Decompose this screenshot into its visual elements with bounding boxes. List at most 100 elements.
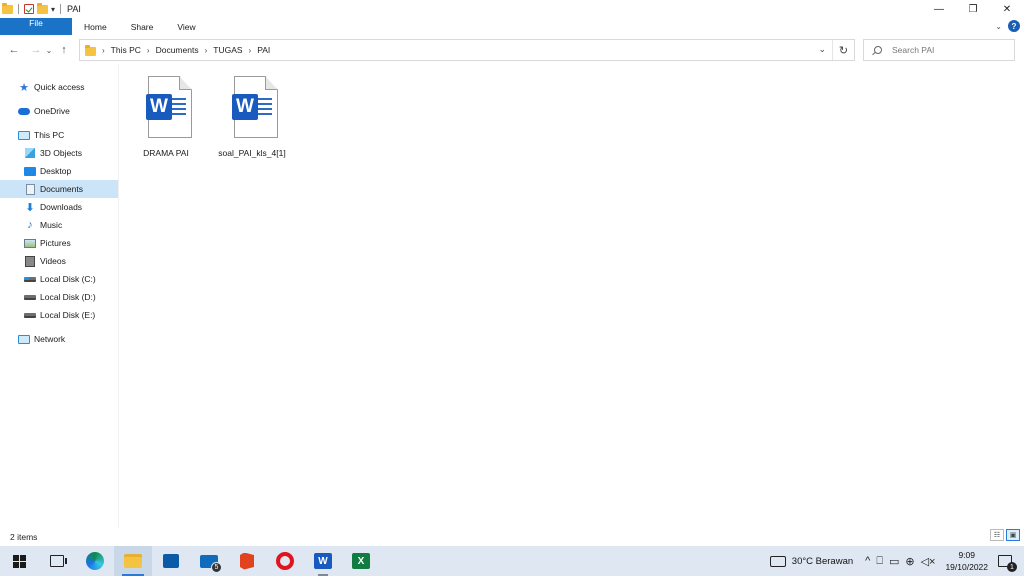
- customize-toolbar-icon[interactable]: ▾: [51, 5, 55, 14]
- sidebar-item-downloads[interactable]: ⬇ Downloads: [0, 198, 118, 216]
- expand-ribbon-icon[interactable]: ⌄: [995, 22, 1002, 31]
- show-hidden-icons-chevron-icon[interactable]: ^: [865, 555, 870, 567]
- mail-badge: 5: [211, 562, 222, 573]
- computer-icon: [18, 129, 30, 141]
- sidebar-item-label: This PC: [34, 130, 65, 140]
- store-button[interactable]: [152, 546, 190, 576]
- large-icons-view-icon[interactable]: ▣: [1006, 529, 1020, 541]
- search-box[interactable]: Search PAI: [863, 39, 1015, 61]
- file-list: W DRAMA PAI W soal_PAI_kls_4[1]: [130, 76, 288, 158]
- folder-icon: [2, 2, 13, 14]
- taskbar: 5 W X 30°C Berawan ^ ⎕ ▭ ⊕ ◁× 9:09 19/10…: [0, 546, 1024, 576]
- pictures-icon: [24, 237, 36, 249]
- word-button[interactable]: W: [304, 546, 342, 576]
- navigation-pane: ★ Quick access OneDrive This PC 3D Objec…: [0, 78, 118, 528]
- minimize-button[interactable]: —: [922, 0, 956, 18]
- sidebar-item-local-disk-c[interactable]: Local Disk (C:): [0, 270, 118, 288]
- breadcrumb-documents[interactable]: Documents: [156, 45, 199, 55]
- store-icon: [163, 554, 179, 568]
- file-item[interactable]: W soal_PAI_kls_4[1]: [216, 76, 288, 158]
- opera-icon: [276, 552, 294, 570]
- sidebar-item-videos[interactable]: Videos: [0, 252, 118, 270]
- word-icon: W: [314, 553, 332, 569]
- sidebar-item-this-pc[interactable]: This PC: [0, 126, 118, 144]
- sidebar-item-documents[interactable]: Documents: [0, 180, 118, 198]
- sidebar-item-onedrive[interactable]: OneDrive: [0, 102, 118, 120]
- task-view-button[interactable]: [38, 546, 76, 576]
- windows-logo-icon: [12, 554, 26, 568]
- sidebar-item-desktop[interactable]: Desktop: [0, 162, 118, 180]
- sidebar-item-label: Quick access: [34, 82, 85, 92]
- excel-button[interactable]: X: [342, 546, 380, 576]
- breadcrumb-pai[interactable]: PAI: [257, 45, 270, 55]
- address-history-chevron-icon[interactable]: ⌄: [818, 44, 826, 55]
- file-explorer-window: ▾ PAI — ❐ ✕ File Home Share View ⌄ ? ← →…: [0, 0, 1024, 546]
- ribbon-tabs: File Home Share View ⌄ ?: [0, 18, 1024, 35]
- sidebar-item-music[interactable]: ♪ Music: [0, 216, 118, 234]
- help-icon[interactable]: ?: [1008, 20, 1020, 32]
- sidebar-item-label: Downloads: [40, 202, 83, 212]
- back-arrow-icon[interactable]: ←: [6, 44, 22, 56]
- file-explorer-icon: [124, 554, 142, 568]
- restore-button[interactable]: ❐: [956, 0, 990, 18]
- weather-icon[interactable]: [769, 555, 786, 567]
- sidebar-item-quick-access[interactable]: ★ Quick access: [0, 78, 118, 96]
- sidebar-item-label: Local Disk (D:): [40, 292, 96, 302]
- up-arrow-icon[interactable]: ↑: [56, 44, 72, 56]
- breadcrumb-this-pc[interactable]: This PC: [111, 45, 141, 55]
- recent-locations-icon[interactable]: ⌄: [44, 46, 54, 55]
- tab-file[interactable]: File: [0, 18, 72, 35]
- breadcrumb-separator[interactable]: ›: [147, 46, 150, 55]
- file-explorer-button[interactable]: [114, 546, 152, 576]
- close-button[interactable]: ✕: [990, 0, 1024, 18]
- drive-icon: [24, 309, 36, 321]
- forward-arrow-icon[interactable]: →: [28, 44, 44, 56]
- mail-button[interactable]: 5: [190, 546, 228, 576]
- battery-icon[interactable]: ▭: [889, 555, 899, 568]
- sidebar-item-pictures[interactable]: Pictures: [0, 234, 118, 252]
- ribbon-right: ⌄ ?: [995, 20, 1020, 32]
- view-switcher: ☷ ▣: [990, 529, 1020, 541]
- network-icon: [18, 333, 30, 345]
- edge-button[interactable]: [76, 546, 114, 576]
- breadcrumb-separator[interactable]: ›: [205, 46, 208, 55]
- device-icon[interactable]: ⎕: [876, 555, 883, 568]
- start-button[interactable]: [0, 546, 38, 576]
- tab-share[interactable]: Share: [119, 18, 166, 35]
- sidebar-item-label: Documents: [40, 184, 83, 194]
- details-view-icon[interactable]: ☷: [990, 529, 1004, 541]
- folder-icon: [85, 44, 96, 56]
- file-item[interactable]: W DRAMA PAI: [130, 76, 202, 158]
- properties-icon[interactable]: [24, 4, 34, 14]
- tab-view[interactable]: View: [165, 18, 207, 35]
- sidebar-item-local-disk-d[interactable]: Local Disk (D:): [0, 288, 118, 306]
- notification-icon[interactable]: 1: [998, 555, 1017, 572]
- sidebar-item-label: Local Disk (C:): [40, 274, 96, 284]
- sidebar-item-local-disk-e[interactable]: Local Disk (E:): [0, 306, 118, 324]
- star-icon: ★: [19, 81, 29, 94]
- globe-network-icon[interactable]: ⊕: [905, 555, 914, 568]
- breadcrumb-separator[interactable]: ›: [249, 46, 252, 55]
- sidebar-item-network[interactable]: Network: [0, 330, 118, 348]
- breadcrumb-tugas[interactable]: TUGAS: [213, 45, 242, 55]
- weather-text[interactable]: 30°C Berawan: [792, 556, 853, 567]
- clock[interactable]: 9:09 19/10/2022: [945, 549, 988, 573]
- address-bar[interactable]: › This PC › Documents › TUGAS › PAI ⌄ ↻: [79, 39, 855, 61]
- sidebar-item-label: Music: [40, 220, 63, 230]
- sidebar-item-3d-objects[interactable]: 3D Objects: [0, 144, 118, 162]
- opera-button[interactable]: [266, 546, 304, 576]
- refresh-icon[interactable]: ↻: [832, 40, 854, 60]
- new-folder-icon[interactable]: [37, 2, 48, 14]
- system-tray: 30°C Berawan ^ ⎕ ▭ ⊕ ◁× 9:09 19/10/2022 …: [769, 546, 1024, 576]
- tab-home[interactable]: Home: [72, 18, 119, 35]
- pane-divider[interactable]: [118, 64, 119, 528]
- clock-date: 19/10/2022: [945, 562, 988, 572]
- breadcrumb-separator[interactable]: ›: [102, 46, 105, 55]
- sidebar-item-label: OneDrive: [34, 106, 70, 116]
- search-icon: [874, 46, 882, 54]
- sidebar-item-label: Desktop: [40, 166, 72, 176]
- clock-time: 9:09: [958, 550, 975, 560]
- 3d-objects-icon: [24, 147, 36, 159]
- muted-speaker-icon[interactable]: ◁×: [921, 555, 936, 568]
- office-button[interactable]: [228, 546, 266, 576]
